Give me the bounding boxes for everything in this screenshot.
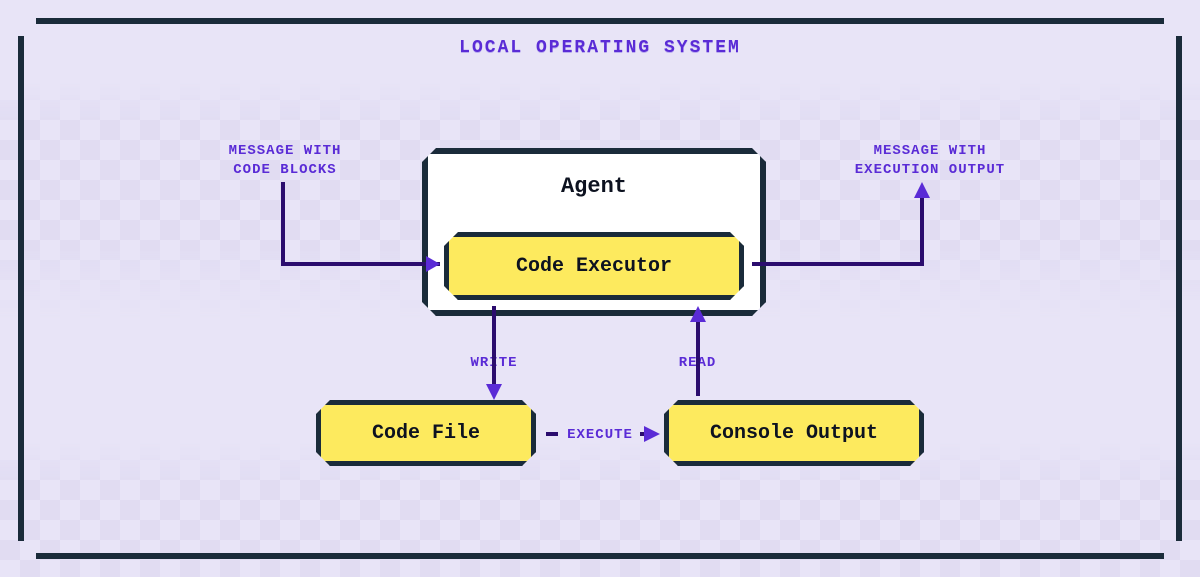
label-write: WRITE (464, 354, 524, 373)
code-file-box: Code File (316, 400, 536, 466)
label-message-in: MESSAGE WITH CODE BLOCKS (195, 142, 375, 180)
agent-label: Agent (428, 154, 760, 199)
label-execute: EXECUTE (555, 426, 645, 445)
code-executor-box: Code Executor (444, 232, 744, 300)
console-output-box: Console Output (664, 400, 924, 466)
page-title: LOCAL OPERATING SYSTEM (0, 38, 1200, 58)
label-message-out: MESSAGE WITH EXECUTION OUTPUT (825, 142, 1035, 180)
label-read: READ (670, 354, 725, 373)
